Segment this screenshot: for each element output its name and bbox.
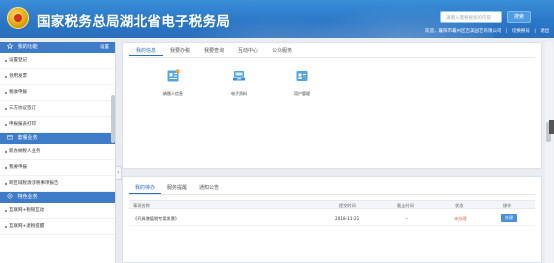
sidebar-item[interactable]: 互联网+退税提醒 (0, 219, 115, 235)
star-icon (7, 43, 13, 49)
app-user-management[interactable]: 用户管理 (282, 69, 322, 97)
sidebar-item[interactable]: 我要申报 (0, 160, 115, 176)
column-header: 事项名称 (133, 203, 150, 208)
package-icon (7, 135, 13, 140)
app-taxpayer-info[interactable]: 纳税人信息 (153, 69, 193, 97)
todo-name: 《开具增值税专用发票》 (133, 216, 180, 221)
top-panel: 我的信息 我要办税 我要查询 互动中心 公众服务 纳税人信息 电子资料 用户管理 (122, 42, 542, 169)
page-scrollbar[interactable] (545, 42, 553, 263)
table-row: 《开具增值税专用发票》 2018-11-21 -- 未办理 办理 (129, 210, 535, 226)
todo-panel: 我的待办 服务提醒 通知公告 事项名称 提交时间 截止时间 状态 操作 《开具增… (122, 176, 542, 263)
sidebar-section-packages[interactable]: 套餐业务 (0, 133, 115, 144)
site-title: 国家税务总局湖北省电子税务局 (37, 14, 231, 30)
national-emblem-icon (7, 7, 29, 29)
tabs-divider (129, 194, 535, 195)
search-input[interactable]: 请输入需要搜索的内容 (440, 11, 502, 23)
search-button[interactable]: 搜索 (507, 11, 531, 23)
deadline: -- (405, 216, 409, 221)
electronic-documents-icon (232, 69, 246, 83)
bottom-tabs: 我的待办 服务提醒 通知公告 (129, 183, 225, 194)
separator: | (505, 29, 508, 34)
tab-interaction-center[interactable]: 互动中心 (231, 46, 265, 56)
sidebar-item[interactable]: 领用发票 (0, 69, 115, 85)
feature-icon (7, 193, 13, 199)
site-header: 国家税务总局湖北省电子税务局 请输入需要搜索的内容 搜索 欢迎，襄阳市襄州区吉美… (0, 0, 554, 38)
sidebar-scrollbar[interactable] (111, 95, 115, 143)
side-float-tab[interactable] (549, 120, 554, 134)
separator: | (534, 29, 536, 34)
sidebar-item[interactable]: 税收申报 (0, 85, 115, 101)
tab-notices[interactable]: 通知公告 (193, 183, 225, 194)
sidebar-section-my-functions[interactable]: 我的功能 设置 (0, 42, 115, 53)
tab-service-reminders[interactable]: 服务提醒 (161, 183, 193, 194)
user-bar: 欢迎，襄阳市襄州区吉美园艺有限公司 | 切换税号 | 退出 (425, 28, 552, 34)
app-label: 纳税人信息 (163, 91, 183, 96)
app-label: 用户管理 (294, 91, 310, 96)
tab-my-todos[interactable]: 我的待办 (129, 183, 162, 194)
taxpayer-info-icon (166, 69, 180, 83)
tab-public-service[interactable]: 公众服务 (265, 46, 299, 56)
logout-link[interactable]: 退出 (540, 29, 549, 34)
sidebar-item[interactable]: 互联网+税银互动 (0, 203, 115, 219)
submit-time: 2018-11-21 (335, 216, 360, 221)
sidebar-section-features[interactable]: 特色业务 (0, 192, 115, 203)
column-header: 状态 (455, 203, 464, 208)
column-header: 截止时间 (397, 203, 414, 208)
handle-button[interactable]: 办理 (501, 214, 517, 222)
column-header: 操作 (503, 203, 512, 208)
top-tabs: 我的信息 我要办税 我要查询 互动中心 公众服务 (129, 46, 299, 56)
app-electronic-documents[interactable]: 电子资料 (219, 69, 259, 97)
app-label: 电子资料 (231, 91, 247, 96)
sidebar-section-title: 我的功能 (17, 44, 38, 50)
sidebar-item[interactable]: 设置登记 (0, 53, 115, 69)
status-badge: 未办理 (454, 216, 467, 221)
table-header: 事项名称 提交时间 截止时间 状态 操作 (129, 200, 535, 209)
tab-handle-tax[interactable]: 我要办税 (163, 46, 197, 56)
sidebar-item[interactable]: 跨区域税源涉税事项报告 (0, 176, 115, 192)
welcome-text: 欢迎，襄阳市襄州区吉美园艺有限公司 (425, 29, 502, 34)
sidebar-section-title: 套餐业务 (17, 135, 38, 141)
tabs-divider (129, 57, 535, 58)
switch-taxno-link[interactable]: 切换税号 (512, 29, 530, 34)
user-management-icon (295, 69, 309, 83)
tab-query[interactable]: 我要查询 (197, 46, 231, 56)
sidebar-item[interactable]: 三方协议签订 (0, 101, 115, 117)
sidebar-item[interactable]: 申报报表打印 (0, 117, 115, 133)
tab-my-info[interactable]: 我的信息 (129, 46, 164, 56)
left-sidebar: 我的功能 设置 设置登记 领用发票 税收申报 三方协议签订 申报报表打印 套餐业… (0, 42, 116, 263)
settings-link[interactable]: 设置 (100, 42, 109, 53)
sidebar-section-title: 特色业务 (17, 194, 38, 200)
sidebar-item[interactable]: 新办纳税人业务 (0, 144, 115, 160)
column-header: 提交时间 (339, 203, 356, 208)
